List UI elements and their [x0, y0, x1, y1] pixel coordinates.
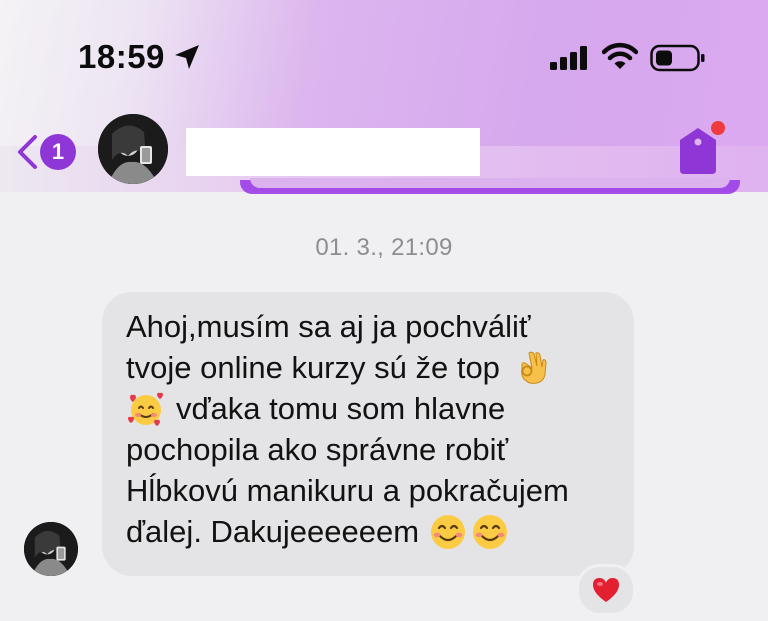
back-chevron-icon [18, 135, 37, 169]
tag-icon [680, 121, 725, 174]
sender-avatar[interactable] [24, 522, 78, 576]
incoming-message-bubble[interactable]: Ahoj,musím sa aj ja pochváliť tvoje onli… [102, 292, 634, 576]
ok-hand-emoji [521, 351, 547, 384]
message-timestamp: 01. 3., 21:09 [315, 234, 453, 261]
heart-reaction[interactable] [576, 564, 636, 616]
pinned-bar-cover [250, 178, 730, 188]
avatar-photo [98, 114, 168, 184]
message-line-3: vďaka tomu som hlavne [126, 388, 614, 429]
wifi-icon [602, 42, 638, 69]
message-line-6: ďalej. Dakujeeeeeem [126, 511, 614, 552]
status-time: 18:59 [78, 38, 165, 75]
location-arrow-icon [175, 45, 199, 69]
status-bar: 18:59 [0, 0, 768, 110]
unread-count-badge: 1 [40, 134, 76, 170]
notification-dot [711, 121, 725, 135]
battery-icon [650, 44, 705, 72]
heart-reaction-icon [593, 578, 619, 602]
smiling-face-emoji [473, 514, 508, 549]
tag-button[interactable] [672, 118, 732, 178]
message-line-2: tvoje online kurzy sú že top [126, 347, 614, 388]
sender-avatar-photo [24, 522, 78, 576]
smiling-face-with-hearts-emoji [128, 392, 163, 426]
contact-name[interactable] [186, 128, 480, 176]
back-button[interactable]: 1 [16, 130, 80, 174]
contact-avatar[interactable] [98, 114, 168, 184]
cellular-signal-icon [550, 46, 587, 70]
smiling-face-emoji [431, 514, 466, 549]
message-line-4: pochopila ako správne robiť [126, 432, 509, 467]
message-line-1: Ahoj,musím sa aj ja pochváliť [126, 309, 531, 344]
message-line-5: Hĺbkovú manikuru a pokračujem [126, 473, 569, 508]
